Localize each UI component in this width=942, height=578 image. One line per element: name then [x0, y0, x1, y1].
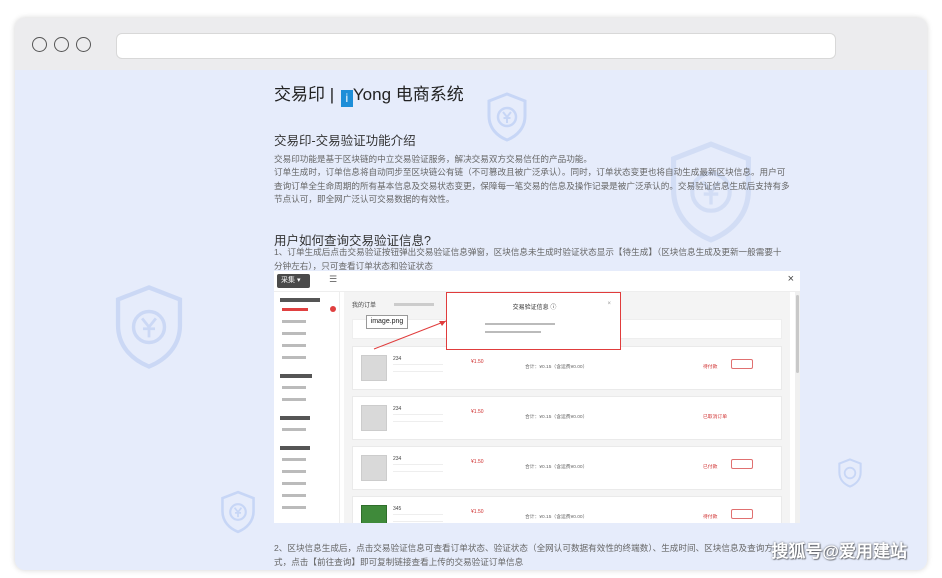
watermark: 搜狐号@爱用建站: [771, 542, 907, 561]
maximize-window-icon[interactable]: [76, 37, 91, 52]
step1-line: 1、订单生成后点击交易验证按钮弹出交易验证信息弹窗，区块信息未生成时验证状态显示…: [274, 247, 782, 257]
intro-line: 订单生成时，订单信息将自动同步至区块链公有链（不可篡改且被广泛承认）。同时，订单…: [274, 167, 786, 178]
step2-line: 2、区块信息生成后，点击交易验证信息可查看订单状态、验证状态（全网认可数据有效性…: [274, 543, 773, 553]
shield-yen-icon: [838, 458, 862, 488]
address-bar[interactable]: [116, 33, 836, 59]
browser-window: 交易印 | i Yong 电商系统 交易印-交易验证功能介绍 交易印功能是基于区块…: [15, 18, 927, 570]
close-window-icon[interactable]: [32, 37, 47, 52]
browser-titlebar: [15, 18, 927, 70]
page-content: 交易印 | i Yong 电商系统 交易印-交易验证功能介绍 交易印功能是基于区块…: [15, 70, 927, 570]
page-title: 交易印 | i Yong 电商系统: [274, 80, 464, 107]
shield-yen-icon: [221, 490, 255, 534]
title-suffix: Yong 电商系统: [352, 85, 464, 104]
annotation-arrow-icon: [373, 320, 447, 350]
iyong-logo-icon: i: [340, 90, 353, 107]
step1-paragraph: 1、订单生成后点击交易验证按钮弹出交易验证信息弹窗，区块信息未生成时验证状态显示…: [274, 246, 809, 273]
section-heading: 交易印-交易验证功能介绍: [274, 134, 416, 148]
intro-line: 交易印功能是基于区块链的中立交易验证服务，解决交易双方交易信任的产品功能。: [274, 154, 592, 164]
scrollbar-thumb[interactable]: [796, 295, 799, 373]
step2-line: 式，点击【前往查询】即可复制链接查看上传的交易验证订单信息: [274, 556, 524, 567]
intro-line: 查询订单全生命周期的所有基本信息及交易状态变更，保障每一笔交易的信息及操作记录是…: [274, 180, 790, 191]
shield-yen-icon: [115, 285, 183, 369]
intro-line: 节点认可，即全网广泛认可交易数据的有效性。: [274, 193, 455, 204]
title-prefix: 交易印 |: [274, 85, 335, 104]
shield-yen-icon: [487, 92, 527, 142]
step2-paragraph: 2、区块信息生成后，点击交易验证信息可查看订单状态、验证状态（全网认可数据有效性…: [274, 542, 814, 569]
intro-paragraph: 交易印功能是基于区块链的中立交易验证服务，解决交易双方交易信任的产品功能。 订单…: [274, 153, 809, 206]
minimize-window-icon[interactable]: [54, 37, 69, 52]
embedded-screenshot: 采集 ▾ ☰ × 我的订单 234 ¥1.50 合计：¥0.15（含运费¥0.0…: [274, 271, 800, 523]
